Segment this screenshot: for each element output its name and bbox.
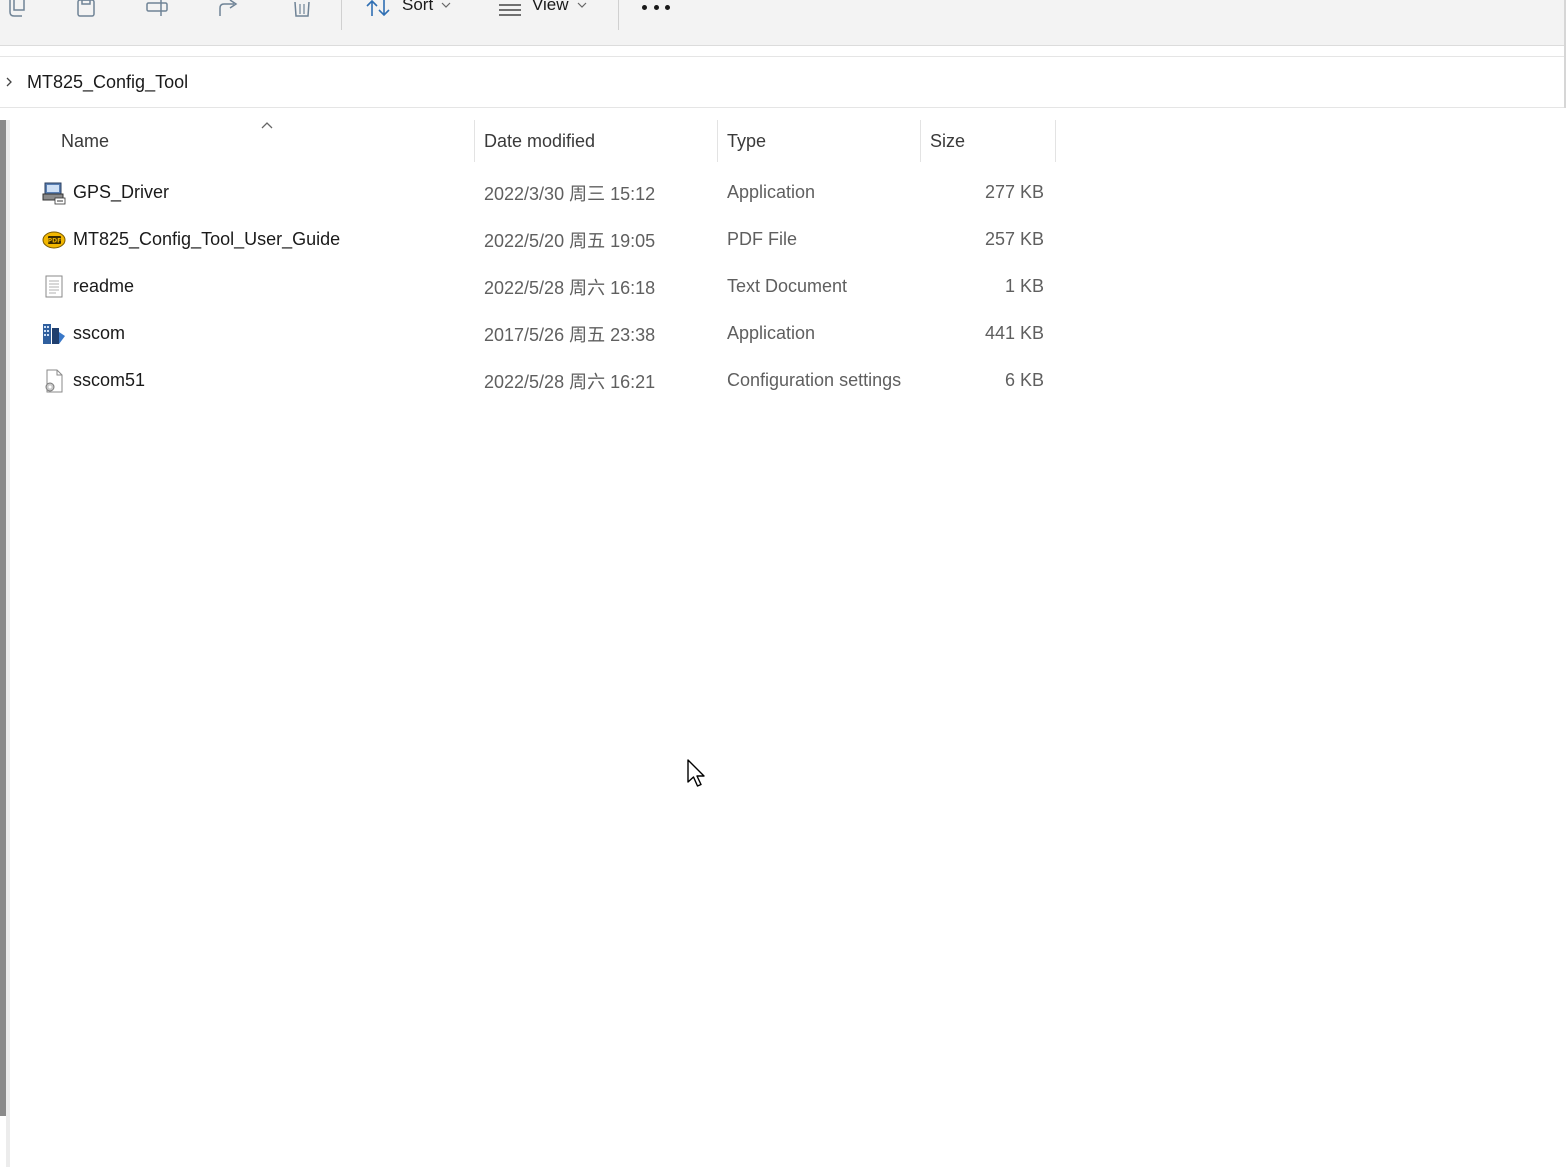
rename-icon[interactable]	[146, 0, 170, 18]
chevron-down-icon	[577, 2, 586, 8]
file-size: 6 KB	[1004, 370, 1044, 390]
file-size: 257 KB	[984, 229, 1044, 249]
config-file-icon	[42, 369, 66, 393]
column-name[interactable]: Name	[61, 118, 109, 164]
mouse-cursor-icon	[686, 758, 708, 795]
copy-icon[interactable]	[6, 0, 26, 18]
file-row-sscom[interactable]: sscom 2017/5/26 周五 23:38 Application 441…	[10, 310, 1056, 357]
file-name: sscom51	[73, 370, 146, 390]
file-type: PDF File	[727, 229, 798, 249]
column-header: Name Date modified Type Size	[10, 118, 1056, 164]
more-icon[interactable]	[642, 0, 670, 14]
sort-label: Sort	[402, 0, 434, 14]
file-row-readme[interactable]: readme 2022/5/28 周六 16:18 Text Document …	[10, 263, 1056, 310]
column-divider[interactable]	[1055, 120, 1056, 162]
sort-icon	[366, 0, 390, 17]
file-date: 2022/5/28 周六 16:21	[484, 371, 656, 392]
view-label: View	[532, 0, 569, 14]
column-type[interactable]: Type	[727, 118, 766, 164]
text-file-icon	[42, 275, 66, 299]
file-date: 2022/3/30 周三 15:12	[484, 183, 656, 204]
file-type: Application	[727, 323, 816, 343]
column-divider[interactable]	[717, 120, 718, 162]
svg-text:PDF: PDF	[48, 238, 61, 245]
delete-icon[interactable]	[292, 0, 312, 18]
sort-ascending-icon	[261, 122, 273, 129]
file-name: MT825_Config_Tool_User_Guide	[73, 229, 341, 249]
file-date: 2022/5/20 周五 19:05	[484, 230, 656, 251]
file-name: sscom	[73, 323, 126, 343]
toolbar-separator	[618, 0, 619, 30]
chevron-right-icon[interactable]	[6, 77, 16, 87]
file-type: Application	[727, 182, 816, 202]
column-divider[interactable]	[920, 120, 921, 162]
breadcrumb-folder[interactable]: MT825_Config_Tool	[27, 72, 188, 93]
file-size: 277 KB	[984, 182, 1044, 202]
address-bar[interactable]: MT825_Config_Tool	[0, 56, 1566, 108]
file-type: Configuration settings	[727, 370, 902, 390]
file-type: Text Document	[727, 276, 848, 296]
file-size: 1 KB	[1004, 276, 1044, 296]
file-row-gps-driver[interactable]: GPS_Driver 2022/3/30 周三 15:12 Applicatio…	[10, 169, 1056, 216]
command-toolbar: Sort View	[0, 0, 1566, 46]
sscom-app-icon	[42, 322, 66, 346]
share-icon[interactable]	[218, 0, 242, 18]
file-row-sscom51[interactable]: sscom51 2022/5/28 周六 16:21 Configuration…	[10, 357, 1056, 404]
file-row-user-guide[interactable]: PDF MT825_Config_Tool_User_Guide 2022/5/…	[10, 216, 1056, 263]
pdf-icon: PDF	[42, 228, 66, 252]
toolbar-separator	[341, 0, 342, 30]
column-date-modified[interactable]: Date modified	[484, 118, 595, 164]
view-button[interactable]: View	[498, 0, 587, 18]
file-name: GPS_Driver	[73, 182, 170, 202]
paste-icon[interactable]	[76, 0, 96, 18]
view-icon	[499, 4, 521, 16]
app-installer-icon	[42, 181, 66, 205]
file-date: 2022/5/28 周六 16:18	[484, 277, 656, 298]
file-name: readme	[73, 276, 135, 296]
file-size: 441 KB	[984, 323, 1044, 343]
file-date: 2017/5/26 周五 23:38	[484, 324, 656, 345]
toolbar-gap	[0, 46, 1566, 56]
sort-button[interactable]: Sort	[366, 0, 451, 18]
column-divider[interactable]	[474, 120, 475, 162]
column-size[interactable]: Size	[930, 118, 965, 164]
chevron-down-icon	[441, 2, 451, 8]
